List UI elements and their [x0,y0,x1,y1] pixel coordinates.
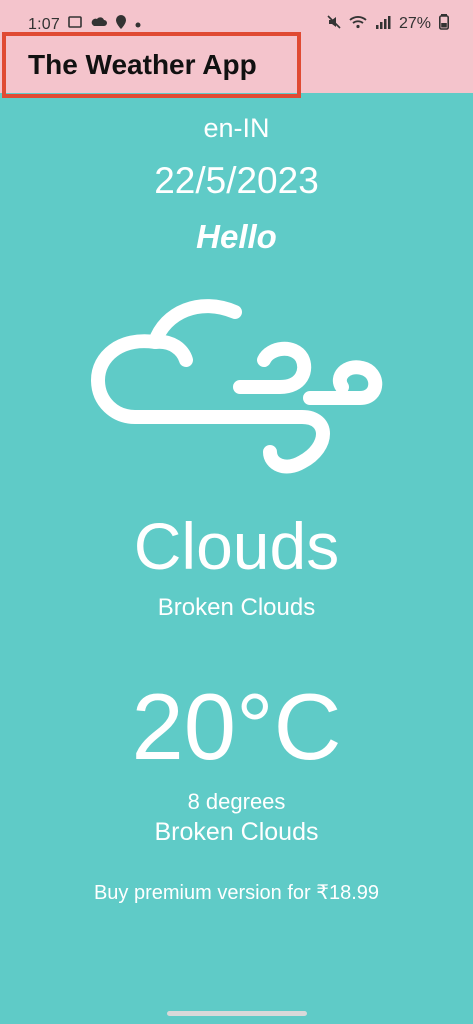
status-right-icons: 27% [327,13,449,35]
signal-icon [375,15,391,34]
battery-icon [439,13,449,35]
status-left-icons [68,14,141,34]
screen: 1:07 27% The Weather App en-IN 22/5/2023… [0,0,473,1024]
home-indicator[interactable] [167,1011,307,1016]
weather-description: Broken Clouds [157,594,316,621]
battery-percent: 27% [398,15,431,32]
dot-icon [135,15,141,33]
weather-description-2: Broken Clouds [154,818,319,846]
cloud-wind-icon [91,299,383,474]
mute-icon [327,14,341,34]
weather-condition: Clouds [133,509,340,583]
locale-text: en-IN [203,113,270,143]
wifi-icon [349,15,367,34]
greeting-text: Hello [196,218,277,255]
premium-link[interactable]: Buy premium version for ₹18.99 [0,880,473,905]
date-text: 22/5/2023 [154,160,319,201]
location-icon [116,14,126,34]
temperature: 20°C [131,674,342,779]
top-region: 1:07 27% The Weather App [0,0,473,98]
cloud-icon [91,15,107,33]
title-highlight-box: The Weather App [2,32,301,98]
feels-like: 8 degrees [187,789,286,814]
status-bar: 1:07 27% [0,0,473,34]
message-icon [68,15,82,33]
app-title: The Weather App [28,49,257,80]
